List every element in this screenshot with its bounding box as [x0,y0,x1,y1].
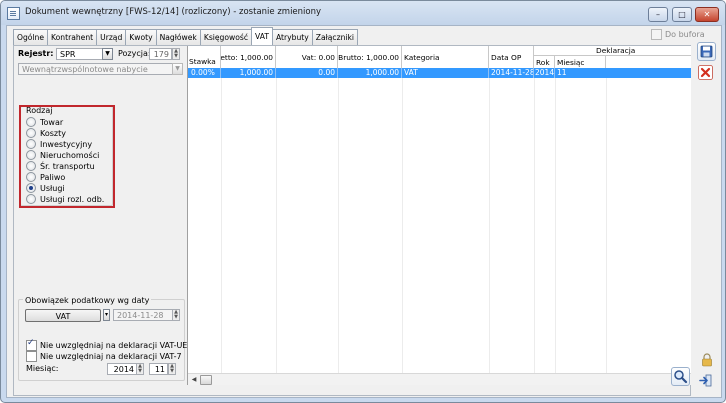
document-window: Dokument wewnętrzny [FWS-12/14] (rozlicz… [0,0,726,403]
rejestr-label: Rejestr: [18,49,54,58]
nie-vat7-label: Nie uwzględniaj na deklaracji VAT-7 [40,352,182,361]
chevron-down-icon: ▾ [104,311,108,318]
miesiac-month-field[interactable]: 11 [149,363,168,375]
grid-divider [221,78,222,373]
rejestr-select[interactable]: SPR [56,48,103,60]
title-bar[interactable]: Dokument wewnętrzny [FWS-12/14] (rozlicz… [1,1,725,25]
do-bufora-checkbox[interactable]: Do bufora [651,29,705,40]
nie-vat-ue-box[interactable] [26,338,37,351]
horizontal-scrollbar[interactable]: ◀ ▶ [188,373,691,385]
column-header-stawka[interactable]: Stawka [188,46,221,68]
column-header-deklaracja: Deklaracja [534,46,691,56]
grid-divider [402,78,403,373]
obowiazek-vat-button[interactable]: VAT [25,309,101,322]
cancel-button[interactable] [697,64,714,81]
miesiac-month-spinner[interactable]: ▲ ▼ [168,363,176,375]
nie-vat7-box[interactable] [26,351,37,362]
obowiazek-label: Obowiązek podatkowy wg daty [23,296,152,305]
padlock-icon [702,353,712,367]
floppy-save-icon [700,45,713,58]
close-icon: ✕ [703,10,711,19]
grid-divider [276,78,277,373]
cell-netto: 1,000.00 [221,68,276,78]
minimize-icon: – [656,10,660,19]
magnifier-icon [674,370,688,384]
column-header-brutto[interactable]: Brutto: 1,000.00 [338,46,402,68]
scroll-left-icon[interactable]: ◀ [189,375,199,384]
tab-ogolne[interactable]: Ogólne [13,29,49,45]
table-row[interactable]: 0.00% 1,000.00 0.00 1,000.00 VAT 2014-11… [188,68,691,78]
cell-brutto: 1,000.00 [338,68,402,78]
tab-ksiegowosc[interactable]: Księgowość [199,29,253,45]
column-header-rok[interactable]: Rok [534,56,555,68]
rejestr-dropdown-button[interactable]: ▼ [102,48,113,60]
exit-door-icon [699,374,712,387]
tab-strip: Ogólne Kontrahent Urząd Kwoty Nagłówek K… [13,27,359,45]
miesiac-year-spinner[interactable]: ▲ ▼ [136,363,144,375]
cell-vat: 0.00 [276,68,338,78]
lock-button[interactable] [700,353,714,367]
cell-data-op: 2014-11-28 [491,68,534,78]
red-x-cancel-icon [698,65,713,80]
tab-vat[interactable]: VAT [251,27,273,45]
obowiazek-date-spinner[interactable]: ▲ ▼ [172,309,180,321]
tab-kontrahent[interactable]: Kontrahent [47,29,98,45]
minimize-button[interactable]: – [648,7,668,22]
rodzaj-highlight-frame [19,105,115,208]
search-button[interactable] [671,367,690,386]
chevron-down-icon: ▼ [175,65,180,72]
cell-stawka: 0.00% [188,68,221,78]
typ-transakcji-field[interactable]: Wewnątrzwspólnotowe nabycie [18,63,173,75]
nie-vat-ue-checkbox[interactable]: Nie uwzględniaj na deklaracji VAT-UE [26,338,188,351]
maximize-button[interactable]: □ [672,7,692,22]
column-header-miesiac[interactable]: Miesiąc [555,56,606,68]
close-button[interactable]: ✕ [695,7,719,22]
tab-atrybuty[interactable]: Atrybuty [271,29,313,45]
vat-tab-panel: Rejestr: SPR ▼ Pozycja: 179 ▲ ▼ Wewnątrzw… [13,45,691,396]
do-bufora-label: Do bufora [665,30,705,39]
miesiac-label: Miesiąc: [26,364,59,373]
exit-button[interactable] [697,372,714,389]
pozycja-label: Pozycja: [118,49,151,58]
document-app-icon [7,7,20,20]
grid-divider [338,78,339,373]
tab-urzad[interactable]: Urząd [96,29,127,45]
column-header-data-op[interactable]: Data OP [489,46,534,68]
grid-divider [489,78,490,373]
vat-table[interactable]: Stawka Netto: 1,000.00 Vat: 0.00 Brutto:… [187,46,691,385]
tab-zalaczniki[interactable]: Załączniki [311,29,359,45]
save-button[interactable] [697,42,716,61]
window-title: Dokument wewnętrzny [FWS-12/14] (rozlicz… [25,7,322,17]
tab-naglowek[interactable]: Nagłówek [155,29,201,45]
nie-vat7-checkbox[interactable]: Nie uwzględniaj na deklaracji VAT-7 [26,351,182,362]
column-header-netto[interactable]: Netto: 1,000.00 [221,46,276,68]
typ-transakcji-dropdown[interactable]: ▼ [172,63,183,75]
obowiazek-dropdown[interactable]: ▾ [103,309,110,321]
scroll-thumb[interactable] [200,375,212,385]
grid-divider [555,78,556,373]
column-header-vat[interactable]: Vat: 0.00 [276,46,338,68]
tab-kwoty[interactable]: Kwoty [125,29,157,45]
cell-rok: 2014 [535,68,555,78]
grid-divider [606,78,607,373]
grid-divider [534,78,535,373]
miesiac-year-field[interactable]: 2014 [107,363,137,375]
maximize-icon: □ [678,10,686,19]
do-bufora-box[interactable] [651,29,662,40]
chevron-down-icon: ▼ [105,50,110,57]
cell-miesiac: 11 [557,68,567,77]
pozycja-spinner[interactable]: ▲ ▼ [172,48,180,60]
column-header-kategoria[interactable]: Kategoria [402,46,489,68]
cell-kategoria: VAT [402,68,489,78]
pozycja-field[interactable]: 179 [149,48,172,60]
obowiazek-date-field[interactable]: 2014-11-28 [113,309,173,321]
nie-vat-ue-label: Nie uwzględniaj na deklaracji VAT-UE [40,341,188,350]
window-client: Ogólne Kontrahent Urząd Kwoty Nagłówek K… [6,25,722,398]
